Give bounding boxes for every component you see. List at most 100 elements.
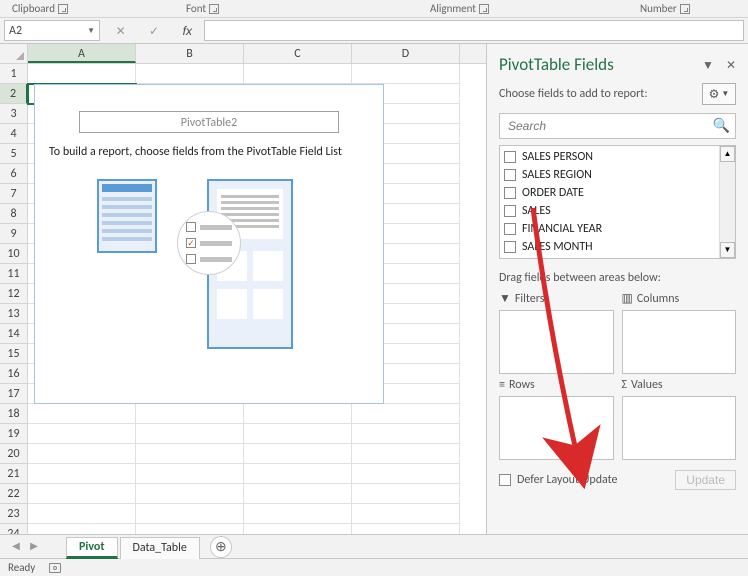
row-header[interactable]: 2	[0, 84, 28, 104]
row-header[interactable]: 19	[0, 424, 28, 444]
cell[interactable]	[28, 464, 136, 484]
defer-update-checkbox[interactable]	[499, 474, 511, 486]
alignment-dialog-icon[interactable]	[479, 4, 489, 14]
row-header[interactable]: 24	[0, 524, 28, 534]
columns-drop-area[interactable]	[622, 310, 737, 374]
cell[interactable]	[352, 524, 460, 534]
cell[interactable]	[244, 404, 352, 424]
name-box[interactable]: A2 ▼	[4, 20, 100, 41]
new-sheet-button[interactable]: ⊕	[210, 536, 232, 558]
cell[interactable]	[28, 424, 136, 444]
cell[interactable]	[352, 464, 460, 484]
field-checkbox[interactable]	[504, 187, 516, 199]
row-header[interactable]: 3	[0, 104, 28, 124]
cell[interactable]	[244, 444, 352, 464]
cell[interactable]	[136, 64, 244, 84]
field-checkbox[interactable]	[504, 169, 516, 181]
insert-function-button[interactable]: fx	[177, 21, 197, 41]
chevron-down-icon[interactable]: ▼	[87, 26, 95, 36]
field-checkbox[interactable]	[504, 151, 516, 163]
row-header[interactable]: 12	[0, 284, 28, 304]
field-checkbox[interactable]	[504, 241, 516, 253]
cell[interactable]	[244, 64, 352, 84]
row-header[interactable]: 13	[0, 304, 28, 324]
row-header[interactable]: 21	[0, 464, 28, 484]
field-item[interactable]: ORDER DATE	[504, 184, 715, 202]
spreadsheet-grid[interactable]: ABCD 12345678910111213141516171819202122…	[0, 44, 486, 534]
scroll-up-button[interactable]: ▲	[720, 146, 735, 162]
cell[interactable]	[28, 404, 136, 424]
cell[interactable]	[136, 404, 244, 424]
row-header[interactable]: 23	[0, 504, 28, 524]
cell[interactable]	[136, 504, 244, 524]
row-header[interactable]: 22	[0, 484, 28, 504]
values-drop-area[interactable]	[622, 396, 737, 460]
scroll-down-button[interactable]: ▼	[720, 242, 735, 258]
select-all-triangle[interactable]	[0, 44, 28, 63]
column-header[interactable]: D	[352, 44, 460, 63]
column-header[interactable]: B	[136, 44, 244, 63]
column-header[interactable]: C	[244, 44, 352, 63]
number-dialog-icon[interactable]	[680, 4, 690, 14]
field-checkbox[interactable]	[504, 223, 516, 235]
sheet-tab-data-table[interactable]: Data_Table	[120, 537, 200, 559]
row-header[interactable]: 6	[0, 164, 28, 184]
cell[interactable]	[352, 504, 460, 524]
row-header[interactable]: 11	[0, 264, 28, 284]
row-header[interactable]: 18	[0, 404, 28, 424]
cell[interactable]	[352, 404, 460, 424]
clipboard-dialog-icon[interactable]	[58, 4, 68, 14]
field-scrollbar[interactable]: ▲ ▼	[719, 146, 735, 258]
field-item[interactable]: SALES REGION	[504, 166, 715, 184]
field-list[interactable]: SALES PERSONSALES REGIONORDER DATESALESF…	[499, 145, 736, 259]
row-header[interactable]: 7	[0, 184, 28, 204]
row-header[interactable]: 16	[0, 364, 28, 384]
cell[interactable]	[136, 424, 244, 444]
macro-record-icon[interactable]	[49, 563, 61, 573]
field-checkbox[interactable]	[504, 205, 516, 217]
cell[interactable]	[136, 524, 244, 534]
cell[interactable]	[244, 524, 352, 534]
row-header[interactable]: 15	[0, 344, 28, 364]
sheet-tab-pivot[interactable]: Pivot	[66, 537, 118, 559]
row-header[interactable]: 10	[0, 244, 28, 264]
field-item[interactable]: SALES PERSON	[504, 148, 715, 166]
cell[interactable]	[136, 444, 244, 464]
pane-layout-button[interactable]: ⚙ ▼	[702, 83, 736, 105]
cell[interactable]	[352, 424, 460, 444]
pane-close-button[interactable]: ✕	[726, 58, 736, 72]
formula-bar-input[interactable]	[204, 20, 744, 41]
field-item[interactable]: FINANCIAL YEAR	[504, 220, 715, 238]
cell[interactable]	[244, 464, 352, 484]
cell[interactable]	[28, 444, 136, 464]
cell[interactable]	[28, 504, 136, 524]
cell[interactable]	[28, 64, 136, 84]
filters-drop-area[interactable]	[499, 310, 614, 374]
field-item[interactable]: SALES	[504, 202, 715, 220]
row-header[interactable]: 17	[0, 384, 28, 404]
field-search-input[interactable]	[499, 113, 736, 139]
row-header[interactable]: 9	[0, 224, 28, 244]
row-header[interactable]: 5	[0, 144, 28, 164]
row-header[interactable]: 14	[0, 324, 28, 344]
row-header[interactable]: 20	[0, 444, 28, 464]
row-header[interactable]: 4	[0, 124, 28, 144]
column-header[interactable]: A	[28, 44, 136, 63]
cell[interactable]	[352, 484, 460, 504]
row-header[interactable]: 8	[0, 204, 28, 224]
cell[interactable]	[244, 504, 352, 524]
rows-drop-area[interactable]	[499, 396, 614, 460]
tab-nav-next[interactable]: ▶	[26, 538, 42, 556]
font-dialog-icon[interactable]	[209, 4, 219, 14]
pivottable-placeholder[interactable]: PivotTable2 To build a report, choose fi…	[34, 84, 384, 404]
row-header[interactable]: 1	[0, 64, 28, 84]
cell[interactable]	[136, 484, 244, 504]
cell[interactable]	[28, 524, 136, 534]
cell[interactable]	[352, 64, 460, 84]
field-item[interactable]: SALES MONTH	[504, 238, 715, 256]
cell[interactable]	[352, 444, 460, 464]
cell[interactable]	[244, 484, 352, 504]
cell[interactable]	[28, 484, 136, 504]
cell[interactable]	[136, 464, 244, 484]
cell[interactable]	[244, 424, 352, 444]
